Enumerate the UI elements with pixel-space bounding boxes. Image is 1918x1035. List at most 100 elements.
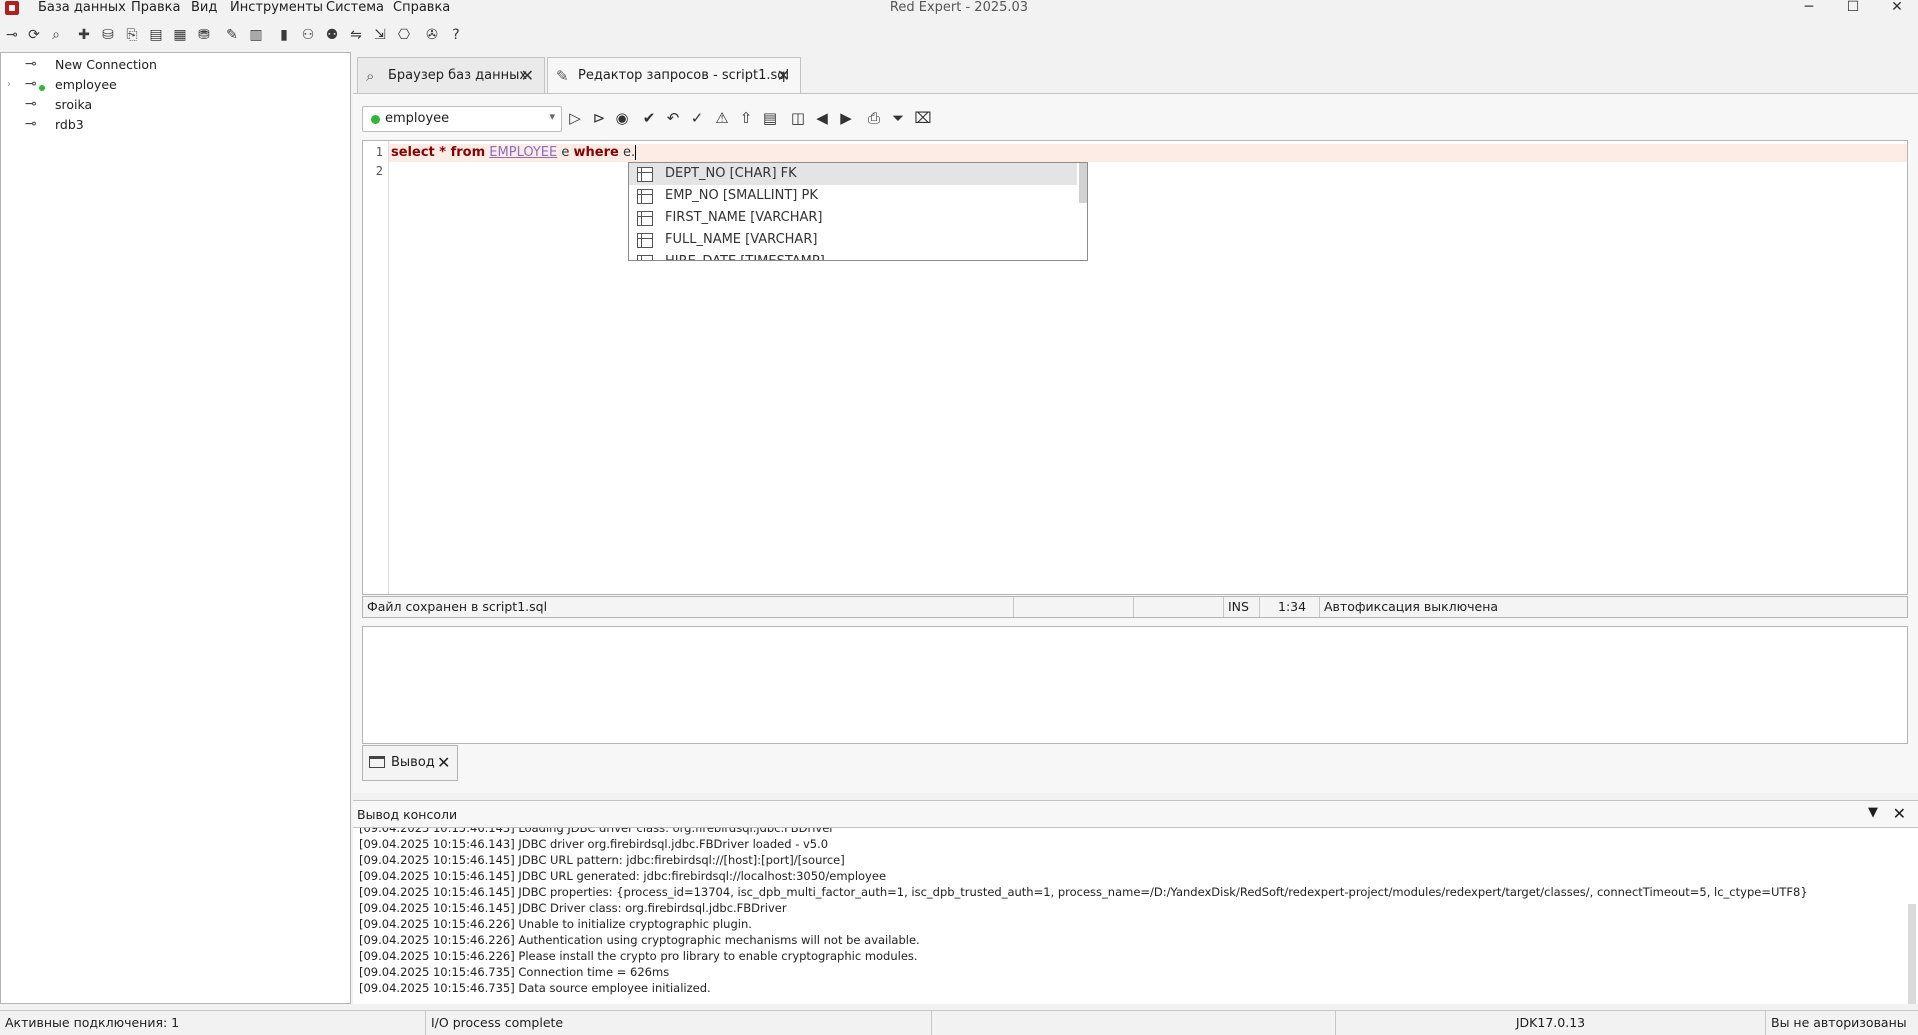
- chart-icon[interactable]: ▮: [274, 24, 294, 46]
- check-icon[interactable]: ✓: [686, 106, 708, 130]
- new-connection-icon[interactable]: ✚: [74, 24, 94, 46]
- console-output[interactable]: [09.04.2025 10:15:46.143] Loading JDBC d…: [353, 828, 1918, 1004]
- import-data-icon[interactable]: ⇋: [346, 24, 366, 46]
- stop-icon[interactable]: ◉: [611, 106, 633, 130]
- auth-status[interactable]: Вы не авторизованы: [1766, 1011, 1918, 1035]
- rollback-icon[interactable]: ↶: [662, 106, 684, 130]
- database-icon[interactable]: ⛁: [98, 24, 118, 46]
- connections-tree: ⊸ New Connection › ⊸ employee ⊸ sroika ⊸…: [0, 52, 351, 1004]
- connection-select[interactable]: employee ▾: [362, 106, 562, 132]
- autocomplete-item[interactable]: HIRE_DATE [TIMESTAMP]: [629, 251, 1077, 260]
- connect-icon[interactable]: ⊸: [2, 24, 22, 46]
- console-line: [09.04.2025 10:15:46.143] Loading JDBC d…: [359, 828, 835, 835]
- tree-item-label: New Connection: [55, 57, 157, 72]
- database-schema-icon[interactable]: ▤: [146, 24, 166, 46]
- console-scrollbar[interactable]: [1908, 904, 1916, 1004]
- table-reference[interactable]: EMPLOYEE: [489, 145, 557, 160]
- tree-item-new-connection[interactable]: ⊸ New Connection: [1, 55, 341, 74]
- connected-status-icon: [371, 115, 380, 124]
- roles-icon[interactable]: ⚉: [322, 24, 342, 46]
- menu-help[interactable]: Справка: [389, 0, 454, 17]
- autocomplete-item[interactable]: FULL_NAME [VARCHAR]: [629, 229, 1077, 251]
- close-tab-icon[interactable]: ✕: [777, 66, 790, 85]
- keyword-select: select: [391, 145, 435, 160]
- tree-item-rdb3[interactable]: ⊸ rdb3: [1, 115, 341, 134]
- tab-output[interactable]: Вывод ✕: [362, 745, 458, 781]
- line-number-gutter: 1 2: [363, 141, 389, 594]
- code-star: *: [434, 145, 451, 160]
- export-icon[interactable]: ⇧: [735, 106, 757, 130]
- console-line: [09.04.2025 10:15:46.735] Connection tim…: [359, 965, 670, 979]
- editor-status-empty: [1134, 597, 1224, 617]
- code-line[interactable]: select * from EMPLOYEE e where e.: [389, 144, 637, 162]
- window-icon: [369, 756, 385, 768]
- users-icon[interactable]: ⚇: [298, 24, 318, 46]
- autocomplete-popup[interactable]: DEPT_NO [CHAR] FK EMP_NO [SMALLINT] PK F…: [628, 162, 1088, 261]
- tab-label: Вывод: [391, 755, 435, 770]
- refresh-icon[interactable]: ⟳: [24, 24, 44, 46]
- compare-icon[interactable]: ◫: [787, 106, 809, 130]
- import-icon[interactable]: ⎘: [122, 24, 142, 46]
- commit-icon[interactable]: ✔: [638, 106, 660, 130]
- close-icon[interactable]: ✕: [1893, 804, 1906, 823]
- expand-icon[interactable]: ›: [7, 75, 17, 94]
- console-line: [09.04.2025 10:15:46.145] JDBC URL gener…: [359, 869, 887, 883]
- tab-database-browser[interactable]: ⌕ Браузер баз данных ✕: [357, 57, 545, 94]
- autocomplete-item[interactable]: EMP_NO [SMALLINT] PK: [629, 185, 1077, 207]
- close-tab-icon[interactable]: ✕: [437, 753, 450, 772]
- column-icon: [637, 255, 653, 260]
- sql-icon[interactable]: ▦: [170, 24, 190, 46]
- line-number: 2: [375, 164, 383, 178]
- export-icon[interactable]: ⇲: [370, 24, 390, 46]
- tree-item-label: rdb3: [55, 117, 84, 132]
- menu-tools[interactable]: Инструменты: [226, 0, 327, 17]
- edit-icon[interactable]: ✎: [222, 24, 242, 46]
- tree-item-label: employee: [55, 77, 117, 92]
- autocomplete-scrollbar[interactable]: [1079, 163, 1087, 203]
- autocomplete-item-label: DEPT_NO [CHAR] FK: [665, 166, 797, 181]
- menu-view[interactable]: Вид: [187, 0, 221, 17]
- generate-icon[interactable]: ⎔: [394, 24, 414, 46]
- explain-icon[interactable]: ⌧: [912, 106, 934, 130]
- tree-item-sroika[interactable]: ⊸ sroika: [1, 95, 341, 114]
- column-icon: [637, 233, 653, 248]
- autocommit-status: Автофиксация выключена: [1324, 599, 1499, 614]
- editor-status-message: Файл сохранен в script1.sql: [363, 597, 1014, 617]
- minimize-button[interactable]: ─: [1794, 0, 1824, 17]
- autocomplete-item[interactable]: FIRST_NAME [VARCHAR]: [629, 207, 1077, 229]
- filter-icon[interactable]: ⏷: [887, 106, 909, 130]
- compare-icon[interactable]: ⛃: [194, 24, 214, 46]
- help-icon[interactable]: ?: [446, 24, 466, 46]
- editor-status-bar: Файл сохранен в script1.sql INS 1:34 Авт…: [362, 596, 1908, 618]
- menu-edit[interactable]: Правка: [127, 0, 184, 17]
- keyword-from: from: [450, 145, 486, 160]
- active-connections: Активные подключения: 1: [0, 1011, 426, 1035]
- autocomplete-item[interactable]: DEPT_NO [CHAR] FK: [629, 163, 1077, 185]
- tab-query-editor[interactable]: ✎ Редактор запросов - script1.sql ✕: [547, 57, 801, 94]
- sql-editor[interactable]: 1 2 select * from EMPLOYEE e where e.: [362, 140, 1908, 595]
- execute-icon[interactable]: ▷: [564, 106, 586, 130]
- warning-icon[interactable]: ⚠: [711, 106, 733, 130]
- search-icon[interactable]: ⌕: [46, 24, 66, 46]
- previous-icon[interactable]: ◀: [811, 106, 833, 130]
- column-icon: [637, 189, 653, 204]
- status-bar: Активные подключения: 1 I/O process comp…: [0, 1010, 1918, 1035]
- connected-status-icon: [39, 85, 45, 91]
- format-icon[interactable]: ▤: [759, 106, 781, 130]
- console-line: [09.04.2025 10:15:46.145] JDBC propertie…: [359, 885, 1808, 899]
- menu-database[interactable]: База данных: [34, 0, 130, 17]
- close-tab-icon[interactable]: ✕: [521, 66, 534, 85]
- next-icon[interactable]: ▶: [835, 106, 857, 130]
- line-number: 1: [375, 145, 383, 159]
- menu-system[interactable]: Система: [322, 0, 388, 17]
- plan-icon[interactable]: ⎙: [863, 106, 885, 130]
- execute-step-icon[interactable]: ⊳: [588, 106, 610, 130]
- tools-icon[interactable]: ✇: [422, 24, 442, 46]
- tree-item-employee[interactable]: › ⊸ employee: [1, 75, 341, 94]
- io-status: I/O process complete: [426, 1011, 932, 1035]
- dropdown-icon[interactable]: ▼: [1868, 805, 1878, 820]
- close-button[interactable]: ✕: [1882, 0, 1912, 17]
- table-icon[interactable]: ▥: [246, 24, 266, 46]
- maximize-button[interactable]: ☐: [1838, 0, 1868, 17]
- connection-select-value: employee: [385, 111, 450, 126]
